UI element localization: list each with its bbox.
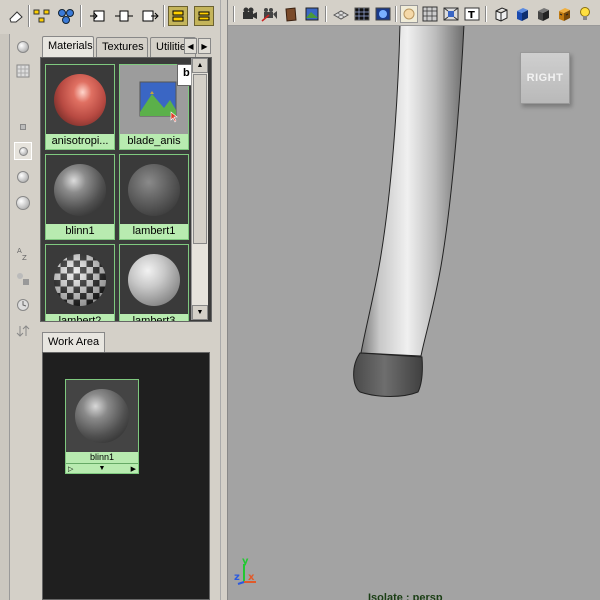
eraser-icon[interactable] xyxy=(6,6,26,26)
bookmarks-icon[interactable] xyxy=(282,5,300,23)
light-sphere-icon[interactable] xyxy=(400,5,418,23)
scroll-up-icon[interactable]: ▲ xyxy=(192,58,208,73)
scroll-thumb[interactable] xyxy=(193,74,207,244)
material-swatch[interactable]: anisotropi... xyxy=(45,64,115,150)
input-connections-icon[interactable] xyxy=(88,6,108,26)
shader-tabs: Materials Textures Utilitie ◀ ▶ xyxy=(40,36,215,57)
node-label: blinn1 xyxy=(66,452,138,463)
view-cube[interactable]: RIGHT xyxy=(520,52,570,104)
anisotropic-sphere-icon xyxy=(46,65,114,135)
material-swatch[interactable]: lambert1 xyxy=(119,154,189,240)
swatch-label: lambert2 xyxy=(46,314,114,321)
left-collapse-strip[interactable] xyxy=(0,34,10,600)
medium-icons-icon[interactable] xyxy=(14,142,32,160)
textured-cube-icon[interactable] xyxy=(555,5,573,23)
toolbar-separator xyxy=(324,5,328,23)
blinn-sphere-icon xyxy=(66,380,138,452)
output-connections-icon[interactable] xyxy=(140,6,160,26)
shaded-cube-icon[interactable] xyxy=(513,5,531,23)
isolate-select-icon[interactable] xyxy=(442,5,460,23)
lightbulb-icon[interactable] xyxy=(576,5,594,23)
image-plane-icon[interactable] xyxy=(303,5,321,23)
lambert-light-sphere-icon xyxy=(120,245,188,315)
swatch-label: blade_anis xyxy=(120,134,188,149)
toolbar-separator xyxy=(163,5,165,27)
sphere-preview-icon[interactable] xyxy=(14,38,32,56)
toolbar-separator xyxy=(80,5,82,27)
toolbar-separator xyxy=(28,5,30,27)
tab-work-area[interactable]: Work Area xyxy=(42,332,106,352)
camera-icon[interactable] xyxy=(240,5,258,23)
swatch-label: lambert3 xyxy=(120,314,188,321)
axis-y-label: y xyxy=(242,558,249,567)
svg-text:T: T xyxy=(468,10,475,21)
scroll-down-icon[interactable]: ▼ xyxy=(192,305,208,320)
tab-materials[interactable]: Materials xyxy=(42,36,94,57)
graph-nodes-icon[interactable] xyxy=(32,6,52,26)
axis-x-label: x xyxy=(248,572,255,583)
toolbar-handle[interactable] xyxy=(232,5,236,23)
toolbar-separator xyxy=(394,5,398,23)
output-arrow-icon[interactable]: ▶ xyxy=(131,465,136,473)
swatch-label: anisotropi... xyxy=(46,134,114,149)
tab-textures[interactable]: Textures xyxy=(96,37,148,57)
sort-by-name-icon[interactable]: AZ xyxy=(14,244,32,262)
reverse-sort-icon[interactable] xyxy=(14,322,32,340)
input-arrow-icon[interactable]: ▷ xyxy=(68,465,73,473)
work-area-node[interactable]: blinn1 ▷ ▼ ▶ xyxy=(65,379,139,474)
material-swatch[interactable]: lambert3 xyxy=(119,244,189,321)
perspective-viewport[interactable]: RIGHT y z x Isolate : persp xyxy=(228,26,600,600)
tab-scroll-right-icon[interactable]: ▶ xyxy=(198,38,211,54)
extra-large-icons-icon[interactable] xyxy=(14,194,32,212)
checker-sphere-icon xyxy=(46,245,114,315)
large-icons-icon[interactable] xyxy=(14,168,32,186)
materials-swatch-panel: anisotropi... blade_anis blinn1 lambert1… xyxy=(40,57,212,322)
lambert-sphere-icon xyxy=(120,155,188,225)
small-icons-icon[interactable] xyxy=(14,118,32,136)
swatch-vertical-scrollbar[interactable]: ▲ ▼ xyxy=(191,58,208,320)
viewport-toolbar: T xyxy=(228,0,600,26)
wireframe-icon[interactable] xyxy=(353,5,371,23)
xray-icon[interactable] xyxy=(421,5,439,23)
side-toolbar: AZ xyxy=(12,36,34,600)
show-top-tabs-icon[interactable] xyxy=(168,6,188,26)
isolate-status-label: Isolate : persp xyxy=(368,592,443,600)
camera-attributes-icon[interactable] xyxy=(261,5,279,23)
smooth-shade-icon[interactable] xyxy=(374,5,392,23)
grid-view-icon[interactable] xyxy=(14,62,32,80)
material-swatch[interactable]: lambert2 xyxy=(45,244,115,321)
dark-cube-icon[interactable] xyxy=(534,5,552,23)
texture-mode-icon[interactable]: T xyxy=(463,5,481,23)
input-output-connections-icon[interactable] xyxy=(114,6,134,26)
show-bottom-tabs-icon[interactable] xyxy=(194,6,214,26)
node-controls: ▷ ▼ ▶ xyxy=(66,463,138,473)
blinn-sphere-icon xyxy=(46,155,114,225)
sort-by-type-icon[interactable] xyxy=(14,270,32,288)
panel-splitter[interactable] xyxy=(220,0,228,600)
tab-scroll-left-icon[interactable]: ◀ xyxy=(184,38,197,54)
work-area-panel[interactable]: blinn1 ▷ ▼ ▶ xyxy=(42,352,210,600)
expand-arrow-icon[interactable]: ▼ xyxy=(99,465,106,472)
grid-icon[interactable] xyxy=(332,5,350,23)
axis-z-label: z xyxy=(234,572,240,583)
mesh-object xyxy=(353,26,465,397)
svg-text:Z: Z xyxy=(22,254,27,261)
swatch-label: lambert1 xyxy=(120,224,188,239)
toolbar-separator xyxy=(484,5,488,23)
sort-by-time-icon[interactable] xyxy=(14,296,32,314)
axis-indicator-icon: y z x xyxy=(234,558,256,585)
swatch-label: blinn1 xyxy=(46,224,114,239)
network-icon[interactable] xyxy=(56,6,76,26)
material-swatch[interactable]: blinn1 xyxy=(45,154,115,240)
wireframe-cube-icon[interactable] xyxy=(492,5,510,23)
